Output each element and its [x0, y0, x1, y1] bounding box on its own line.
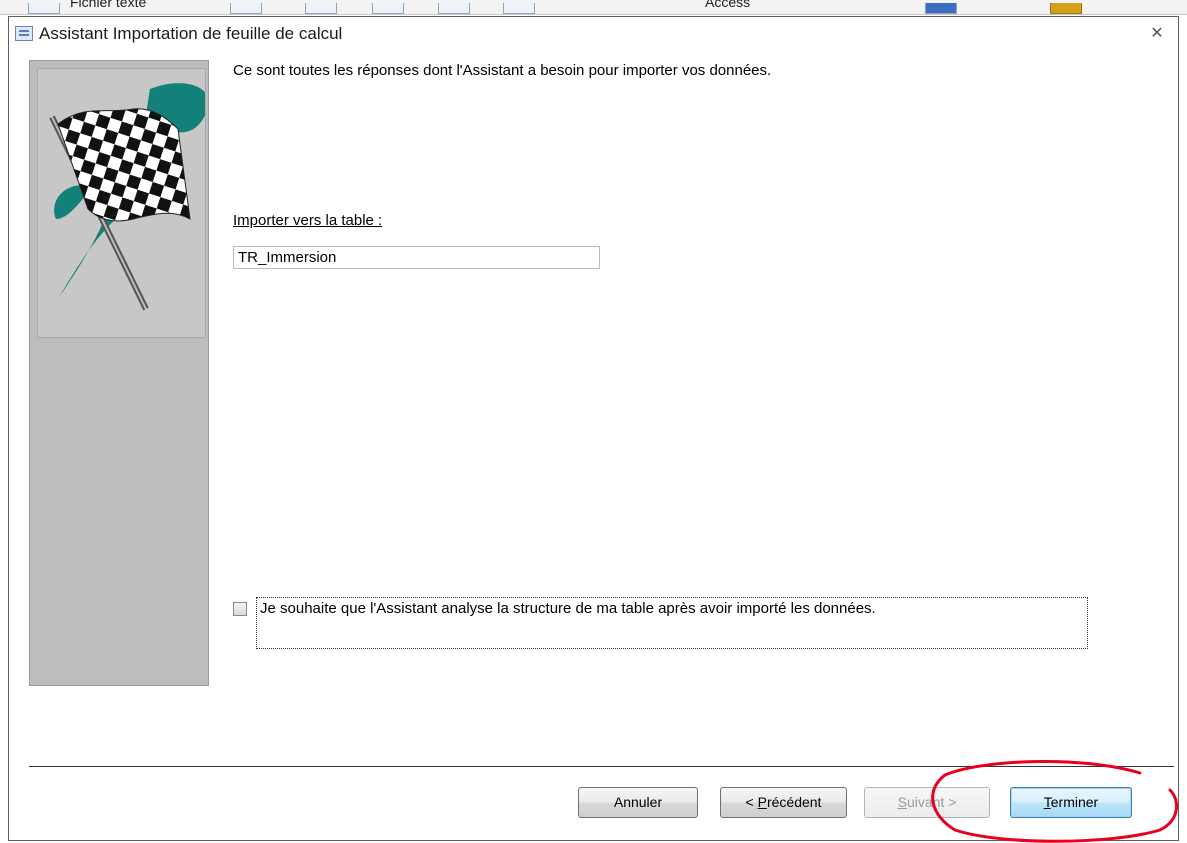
wizard-side-panel	[29, 60, 209, 686]
checkered-flag-illustration	[49, 83, 209, 311]
cancel-button[interactable]: Annuler	[578, 787, 698, 818]
ribbon-icon	[230, 3, 262, 14]
ribbon-icon	[438, 3, 470, 14]
ribbon-icon	[1050, 3, 1082, 14]
table-icon	[15, 26, 33, 41]
dialog-title: Assistant Importation de feuille de calc…	[39, 24, 343, 43]
finish-button[interactable]: Terminer	[1010, 787, 1132, 818]
intro-text: Ce sont toutes les réponses dont l'Assis…	[233, 62, 772, 79]
background-ribbon: Fichier texte Access	[0, 0, 1187, 15]
table-name-input[interactable]	[233, 246, 600, 269]
import-table-label: Importer vers la table :	[233, 212, 383, 229]
next-button[interactable]: Suivant >	[864, 787, 990, 818]
ribbon-item-access: Access	[705, 0, 751, 10]
ribbon-icon	[28, 3, 60, 14]
ribbon-icon	[503, 3, 535, 14]
analyze-structure-label[interactable]: Je souhaite que l'Assistant analyse la s…	[260, 600, 876, 617]
ribbon-icon	[925, 3, 957, 14]
ribbon-item-text-file: Fichier texte	[70, 0, 147, 10]
ribbon-icon	[372, 3, 404, 14]
previous-button[interactable]: < Précédent	[720, 787, 847, 818]
button-separator	[29, 766, 1174, 767]
ribbon-icon	[305, 3, 337, 14]
analyze-structure-checkbox[interactable]	[233, 602, 247, 616]
checkered-flag-icon	[37, 68, 209, 338]
close-icon[interactable]: ✕	[1146, 23, 1168, 45]
import-wizard-dialog: Assistant Importation de feuille de calc…	[8, 16, 1179, 841]
title-bar: Assistant Importation de feuille de calc…	[9, 17, 1178, 51]
